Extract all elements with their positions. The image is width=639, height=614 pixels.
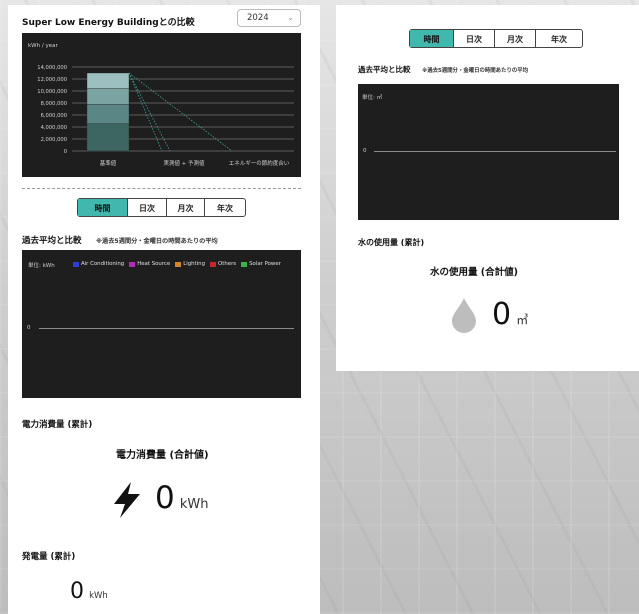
projection-line xyxy=(128,72,163,152)
y-unit-label: kWh / year xyxy=(28,43,58,49)
y-tick-label: 6,000,000 xyxy=(41,113,67,119)
y-tick-label: 0 xyxy=(64,149,67,155)
chart-legend: Air Conditioning Heat Source Lighting Ot… xyxy=(73,261,286,267)
water-drop-icon xyxy=(449,296,479,334)
water-total: 0 ㎥ xyxy=(492,297,528,332)
baseline-bar-segment xyxy=(86,123,130,152)
legend-swatch xyxy=(175,261,182,267)
legend-item-others: Others xyxy=(210,261,236,267)
zero-line xyxy=(374,151,616,152)
power-value: 0 xyxy=(155,480,175,516)
legend-swatch xyxy=(73,261,79,267)
y-tick-label: 8,000,000 xyxy=(41,101,67,107)
x-tick-label: 実測値 + 予測値 xyxy=(163,159,205,167)
legend-swatch xyxy=(210,261,216,267)
legend-label: Lighting xyxy=(183,261,205,267)
y-tick-label: 4,000,000 xyxy=(41,125,67,131)
year-select-value: 2024 xyxy=(247,13,269,23)
water-unit: ㎥ xyxy=(516,313,529,327)
energy-panel: Super Low Energy Buildingとの比較 2024 ⌄ kWh… xyxy=(8,5,320,614)
period-tabs: 時間 日次 月次 年次 xyxy=(77,198,246,217)
comparison-title: Super Low Energy Buildingとの比較 xyxy=(22,18,195,28)
zero-line xyxy=(39,328,294,329)
legend-label: Air Conditioning xyxy=(81,261,125,267)
generation-value: 0 xyxy=(70,579,84,604)
baseline-bar-segment xyxy=(86,88,130,105)
legend-label: Others xyxy=(218,261,237,267)
projection-line xyxy=(128,72,171,152)
y-tick-label: 14,000,000 xyxy=(37,65,67,71)
legend-label: Solar Power xyxy=(249,261,281,267)
chevron-down-icon: ⌄ xyxy=(287,13,294,22)
water-panel: 時間 日次 月次 年次 過去平均と比較 ※過去5週間分・金曜日の時間あたりの平均… xyxy=(336,5,639,371)
avg-comparison-note: ※過去5週間分・金曜日の時間あたりの平均 xyxy=(96,238,218,245)
year-select[interactable]: 2024 ⌄ xyxy=(237,9,301,27)
power-card-title: 電力消費量 (合計値) xyxy=(116,450,209,461)
power-avg-chart: 単位: kWh Air Conditioning Heat Source Lig… xyxy=(22,250,301,398)
y-tick-label: 10,000,000 xyxy=(37,89,67,95)
comparison-chart: kWh / year 14,000,000 12,000,000 10,000,00… xyxy=(22,33,301,177)
legend-item-solar-power: Solar Power xyxy=(241,261,281,267)
legend-label: Heat Source xyxy=(137,261,171,267)
avg-comparison-note: ※過去5週間分・金曜日の時間あたりの平均 xyxy=(422,68,529,74)
water-card-title: 水の使用量 (合計値) xyxy=(430,267,518,278)
projection-line xyxy=(128,72,233,152)
generation-total: 0 kWh xyxy=(70,579,108,604)
tab-hourly[interactable]: 時間 xyxy=(410,30,453,47)
tab-hourly[interactable]: 時間 xyxy=(78,199,127,216)
y-tick-label: 2,000,000 xyxy=(41,137,67,143)
tab-yearly[interactable]: 年次 xyxy=(204,199,245,216)
legend-item-heat-source: Heat Source xyxy=(129,261,170,267)
avg-comparison-title: 過去平均と比較 xyxy=(358,65,411,74)
water-avg-chart: 単位: ㎥ 0 xyxy=(358,84,619,220)
power-section-title: 電力消費量 (累計) xyxy=(22,420,93,430)
x-tick-label: 基準値 xyxy=(100,159,117,167)
section-divider xyxy=(22,188,301,189)
zero-tick-label: 0 xyxy=(27,325,31,331)
generation-unit: kWh xyxy=(89,591,108,601)
chart-unit-label: 単位: ㎥ xyxy=(362,95,383,101)
power-total: 0 kWh xyxy=(155,480,208,516)
baseline-bar-segment xyxy=(86,72,130,89)
legend-item-lighting: Lighting xyxy=(175,261,205,267)
tab-daily[interactable]: 日次 xyxy=(127,199,166,216)
legend-swatch xyxy=(129,261,136,267)
legend-item-air-conditioning: Air Conditioning xyxy=(73,261,124,267)
power-unit: kWh xyxy=(179,497,209,512)
tab-monthly[interactable]: 月次 xyxy=(494,30,535,47)
comparison-chart-svg: kWh / year 14,000,000 12,000,000 10,000,00… xyxy=(28,43,294,167)
legend-swatch xyxy=(241,261,248,267)
zero-tick-label: 0 xyxy=(363,148,367,154)
tab-daily[interactable]: 日次 xyxy=(453,30,494,47)
tab-yearly[interactable]: 年次 xyxy=(535,30,582,47)
period-tabs: 時間 日次 月次 年次 xyxy=(409,29,583,48)
avg-comparison-title: 過去平均と比較 xyxy=(22,236,82,246)
water-section-title: 水の使用量 (累計) xyxy=(358,238,425,247)
chart-unit-label: 単位: kWh xyxy=(28,263,55,269)
y-tick-label: 12,000,000 xyxy=(37,77,67,83)
tab-monthly[interactable]: 月次 xyxy=(166,199,204,216)
generation-section-title: 発電量 (累計) xyxy=(22,552,76,562)
lightning-icon xyxy=(110,480,144,520)
water-value: 0 xyxy=(492,297,512,332)
baseline-bar-segment xyxy=(86,103,130,124)
x-tick-label: エネルギーの節約度合い xyxy=(229,159,290,167)
